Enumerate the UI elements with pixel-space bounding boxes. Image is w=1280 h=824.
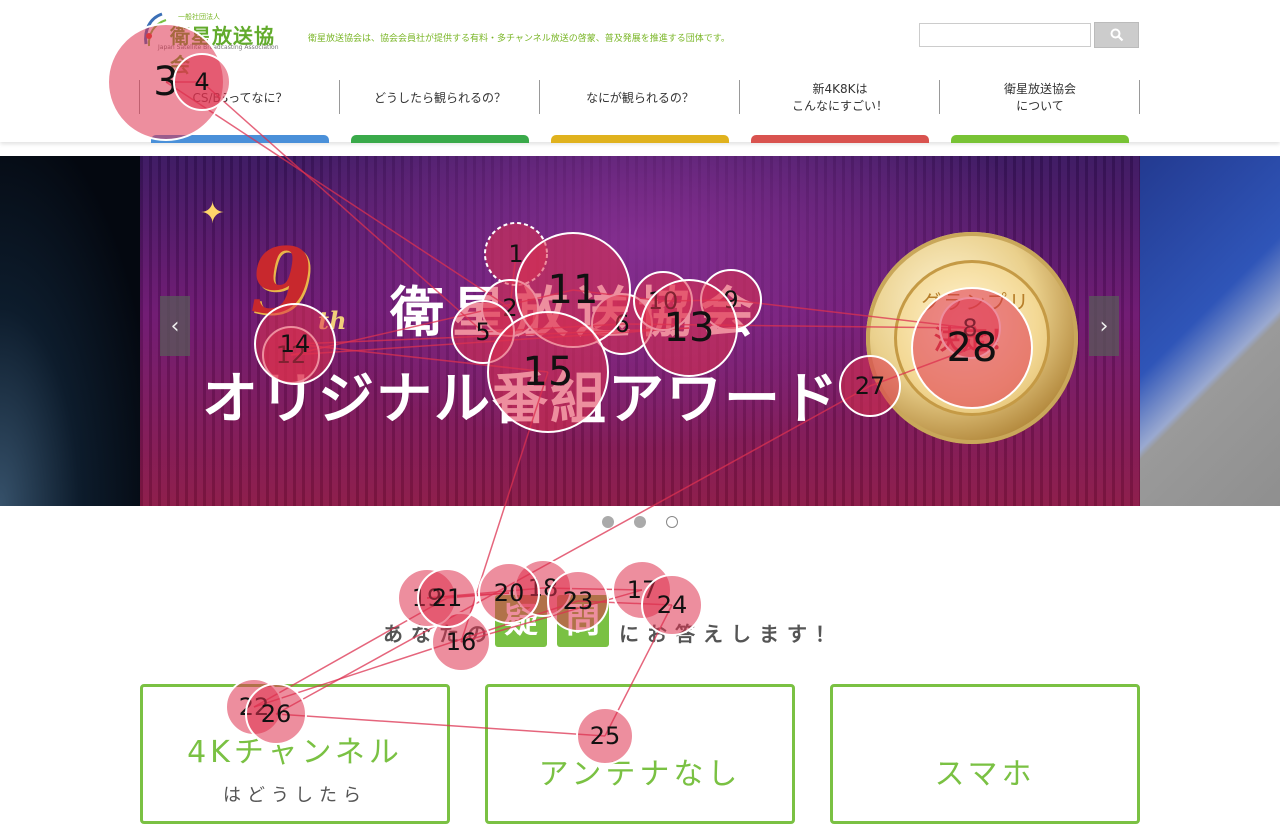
slider-dot-1[interactable] xyxy=(602,516,614,528)
medal-decided: 決定！ xyxy=(933,326,1018,356)
faq-heading-prefix: あなたの xyxy=(383,622,495,646)
slider-next-button[interactable]: › xyxy=(1089,296,1119,356)
nav-color-tab[interactable] xyxy=(551,135,729,143)
site-tagline: 衛星放送協会は、協会会員社が提供する有料・多チャンネル放送の啓蒙、普及発展を推進… xyxy=(308,34,730,44)
nav-item-about[interactable]: 衛星放送協会 について xyxy=(940,80,1140,116)
next-slide-peek xyxy=(1140,156,1280,506)
logo-english-name: Japan Satellite Broadcasting Association xyxy=(158,44,279,51)
site-logo[interactable]: 一般社団法人 衛星放送協会 Japan Satellite Broadcasti… xyxy=(140,8,290,77)
nav-color-tab[interactable] xyxy=(151,135,329,143)
faq-card-title: アンテナなし xyxy=(538,757,742,792)
nav-color-tab[interactable] xyxy=(751,135,929,143)
faq-card-no-antenna[interactable]: アンテナなし xyxy=(485,684,795,824)
gold-medal: グランプリ 決定！ xyxy=(866,232,1078,444)
hero-slider: ✦ 9 th 衛星放送協会 オリジナル番組アワード グランプリ 決定！ ‹ › xyxy=(0,156,1280,506)
faq-heading-box-1: 疑 xyxy=(495,595,547,647)
award-title-line2: オリジナル番組アワード xyxy=(202,367,840,432)
slider-prev-button[interactable]: ‹ xyxy=(160,296,190,356)
faq-card-title: 4Kチャンネル xyxy=(187,735,403,770)
nav-color-tab[interactable] xyxy=(351,135,529,143)
award-number: 9 xyxy=(250,228,313,334)
site-header: 一般社団法人 衛星放送協会 Japan Satellite Broadcasti… xyxy=(0,0,1280,143)
nav-item-cs-bs[interactable]: CS/BSってなに？ xyxy=(140,80,340,116)
faq-card-title: スマホ xyxy=(934,757,1036,792)
sparkle-icon: ✦ xyxy=(200,196,226,231)
award-ordinal: th xyxy=(318,306,347,335)
nav-divider xyxy=(1139,80,1140,114)
faq-card-smartphone[interactable]: スマホ xyxy=(830,684,1140,824)
search-button[interactable] xyxy=(1094,22,1139,48)
faq-card-subtitle: はどうしたら xyxy=(223,785,367,806)
chevron-left-icon: ‹ xyxy=(170,313,180,339)
nav-item-what-to-watch[interactable]: なにが観られるの？ xyxy=(540,80,740,116)
award-title-line1: 衛星放送協会 xyxy=(390,281,762,344)
faq-heading-suffix: にお答えします！ xyxy=(619,622,843,646)
nav-item-how-to-watch[interactable]: どうしたら観られるの？ xyxy=(340,80,540,116)
chevron-right-icon: › xyxy=(1099,313,1109,339)
search-input[interactable] xyxy=(919,23,1091,47)
nav-color-tab[interactable] xyxy=(951,135,1129,143)
medal-grand-prix: グランプリ xyxy=(921,290,1031,314)
award-banner[interactable]: ✦ 9 th 衛星放送協会 オリジナル番組アワード グランプリ 決定！ xyxy=(140,156,1140,506)
search-icon xyxy=(1110,28,1123,42)
previous-slide-peek xyxy=(0,156,140,506)
slider-dot-3[interactable] xyxy=(666,516,678,528)
slider-dot-2[interactable] xyxy=(634,516,646,528)
faq-heading-box-2: 問 xyxy=(557,595,609,647)
faq-card-4k-channel[interactable]: 4Kチャンネル はどうしたら xyxy=(140,684,450,824)
faq-heading: あなたの 疑 問 にお答えします！ xyxy=(383,587,843,647)
nav-item-4k8k[interactable]: 新4K8Kは こんなにすごい！ xyxy=(740,80,940,116)
